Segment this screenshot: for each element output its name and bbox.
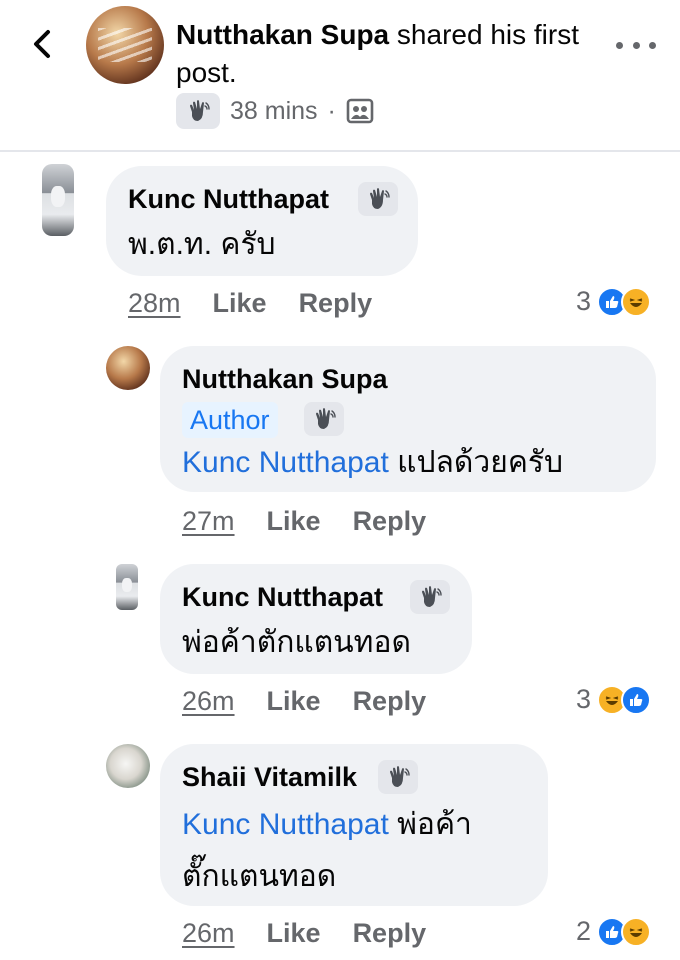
commenter-avatar[interactable] — [106, 744, 150, 788]
commenter-avatar[interactable] — [106, 346, 150, 390]
waving-hand-icon — [370, 188, 390, 209]
comment-text-continued: ตั๊กแตนทอด — [182, 860, 337, 893]
haha-reaction-icon — [621, 286, 652, 317]
commenter-name[interactable]: Nutthakan Supa — [182, 364, 388, 395]
like-button[interactable]: Like — [213, 288, 267, 319]
haha-reaction-icon — [621, 916, 652, 947]
new-member-badge[interactable] — [378, 760, 418, 794]
comment-time[interactable]: 26m — [182, 918, 235, 949]
more-options-button[interactable] — [616, 30, 656, 60]
comment-text: พ.ต.ท. ครับ — [128, 228, 276, 261]
author-avatar[interactable] — [86, 6, 164, 84]
like-button[interactable]: Like — [267, 506, 321, 537]
like-reaction-icon — [621, 684, 652, 715]
comment-body: แปลด้วยครับ — [388, 446, 564, 479]
comment-actions: 26m Like Reply — [182, 918, 426, 949]
new-member-badge[interactable] — [358, 182, 398, 216]
comment-time[interactable]: 27m — [182, 506, 235, 537]
reaction-summary[interactable]: 2 — [576, 916, 652, 947]
comment-text: พ่อค้าตักแตนทอด — [182, 626, 411, 659]
post-meta: 38 mins · — [176, 92, 374, 130]
commenter-avatar[interactable] — [116, 564, 138, 610]
reaction-count: 2 — [576, 916, 592, 946]
waving-hand-icon — [422, 586, 442, 607]
reaction-count: 3 — [576, 684, 592, 714]
post-title: Nutthakan Supa shared his first post. — [176, 16, 596, 92]
post-header: Nutthakan Supa shared his first post. 38… — [0, 0, 680, 152]
like-button[interactable]: Like — [267, 918, 321, 949]
reply-button[interactable]: Reply — [353, 686, 427, 717]
comment-text: Kunc Nutthapat พ่อค้า — [182, 800, 472, 850]
comment-text: Kunc Nutthapat แปลด้วยครับ — [182, 438, 563, 488]
comment-time[interactable]: 28m — [128, 288, 181, 319]
new-member-badge[interactable] — [176, 93, 220, 129]
comment-actions: 27m Like Reply — [182, 506, 426, 537]
new-member-badge[interactable] — [304, 402, 344, 436]
reaction-summary[interactable]: 3 — [576, 684, 652, 715]
reply-button[interactable]: Reply — [299, 288, 373, 319]
comment-body: พ่อค้า — [388, 808, 472, 841]
reaction-count: 3 — [576, 286, 592, 316]
group-audience-icon — [346, 98, 374, 124]
reaction-summary[interactable]: 3 — [576, 286, 652, 317]
commenter-name[interactable]: Kunc Nutthapat — [128, 184, 329, 215]
commenter-avatar[interactable] — [42, 164, 74, 236]
chevron-left-icon — [34, 30, 50, 58]
more-dot — [616, 41, 623, 49]
reply-button[interactable]: Reply — [353, 506, 427, 537]
back-button[interactable] — [28, 26, 58, 62]
waving-hand-icon — [316, 408, 336, 429]
commenter-name[interactable]: Kunc Nutthapat — [182, 582, 383, 613]
commenter-name[interactable]: Shaii Vitamilk — [182, 762, 357, 793]
meta-separator: · — [327, 96, 336, 125]
like-button[interactable]: Like — [267, 686, 321, 717]
mention-link[interactable]: Kunc Nutthapat — [182, 808, 389, 841]
waving-hand-icon — [190, 100, 210, 121]
new-member-badge[interactable] — [410, 580, 450, 614]
comment-time[interactable]: 26m — [182, 686, 235, 717]
more-dot — [632, 41, 640, 49]
post-time[interactable]: 38 mins — [230, 97, 318, 126]
mention-link[interactable]: Kunc Nutthapat — [182, 446, 389, 479]
more-dot — [649, 41, 656, 49]
comment-actions: 26m Like Reply — [182, 686, 426, 717]
author-name-link[interactable]: Nutthakan Supa — [176, 19, 389, 50]
waving-hand-icon — [390, 766, 410, 787]
comment-actions: 28m Like Reply — [128, 288, 372, 319]
reply-button[interactable]: Reply — [353, 918, 427, 949]
author-badge: Author — [182, 402, 278, 438]
